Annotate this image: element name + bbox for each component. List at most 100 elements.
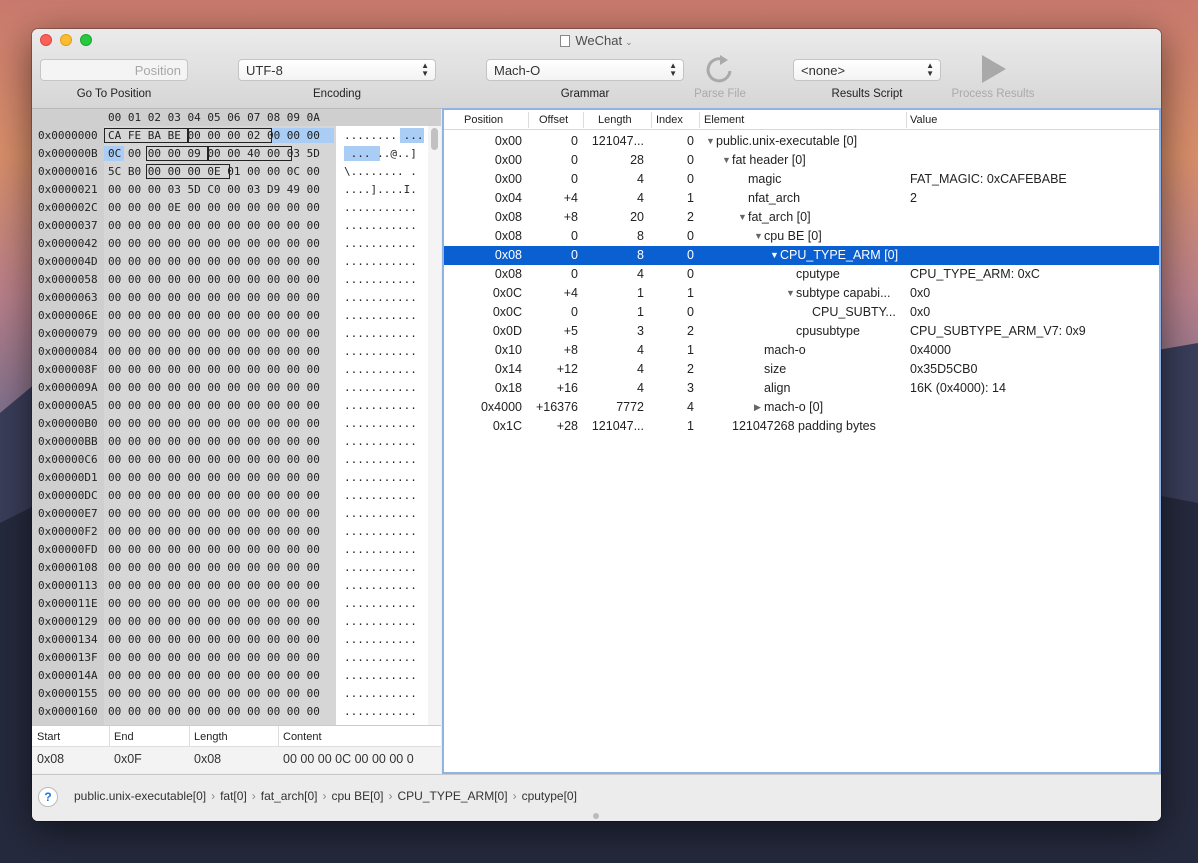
parse-file-label: Parse File — [694, 88, 746, 100]
hex-row[interactable]: 0x00000D1 00 00 00 00 00 00 00 00 00 00 0… — [32, 468, 428, 486]
breadcrumb-item[interactable]: fat[0] — [220, 789, 247, 803]
selection-info-header: Start End Length Content — [32, 725, 441, 747]
element-cell: subtype capabi... — [796, 286, 891, 300]
hex-row[interactable]: 0x0000134 00 00 00 00 00 00 00 00 00 00 0… — [32, 630, 428, 648]
hex-ascii: ........... — [344, 651, 417, 664]
hex-ascii: ........... — [344, 597, 417, 610]
hex-row[interactable]: 0x0000108 00 00 00 00 00 00 00 00 00 00 0… — [32, 558, 428, 576]
hex-row[interactable]: 0x0000000 CA FE BA BE 00 00 00 02 00 00 0… — [32, 126, 428, 144]
result-row[interactable]: 0x00 0 4 0 magic FAT_MAGIC: 0xCAFEBABE — [444, 170, 1159, 189]
result-row[interactable]: 0x18 +16 4 3 align 16K (0x4000): 14 — [444, 379, 1159, 398]
grammar-select[interactable]: Mach-O ▲ ▼ — [486, 59, 684, 81]
hex-row[interactable]: 0x0000037 00 00 00 00 00 00 00 00 00 00 0… — [32, 216, 428, 234]
hex-bytes: 00 00 00 00 00 00 00 00 00 00 00 — [108, 705, 320, 718]
disclosure-triangle-open-icon[interactable]: ▼ — [770, 250, 779, 260]
hex-row[interactable]: 0x0000155 00 00 00 00 00 00 00 00 00 00 0… — [32, 684, 428, 702]
result-row[interactable]: 0x0D +5 3 2 cpusubtype CPU_SUBTYPE_ARM_V7: 0x… — [444, 322, 1159, 341]
index-column-header[interactable]: Index — [656, 114, 683, 126]
hex-row[interactable]: 0x0000079 00 00 00 00 00 00 00 00 00 00 0… — [32, 324, 428, 342]
breadcrumb-item[interactable]: public.unix-executable[0] — [74, 789, 206, 803]
hex-row[interactable]: 0x00000F2 00 00 00 00 00 00 00 00 00 00 0… — [32, 522, 428, 540]
disclosure-triangle-open-icon[interactable]: ▼ — [786, 288, 795, 298]
hex-row[interactable]: 0x0000084 00 00 00 00 00 00 00 00 00 00 0… — [32, 342, 428, 360]
result-row[interactable]: 0x4000 +16376 7772 4 ▶ mach-o [0] — [444, 398, 1159, 417]
hex-address: 0x0000058 — [38, 273, 98, 286]
help-button[interactable]: ? — [38, 787, 58, 807]
disclosure-triangle-closed-icon[interactable]: ▶ — [754, 402, 761, 413]
hex-bytes: 00 00 00 00 00 00 00 00 00 00 00 — [108, 633, 320, 646]
result-row[interactable]: 0x00 0 121047... 0 ▼ public.unix-executable [… — [444, 132, 1159, 151]
column-divider — [699, 112, 700, 128]
hex-bytes: 00 00 00 00 00 00 00 00 00 00 00 — [108, 273, 320, 286]
breadcrumb-item[interactable]: cputype[0] — [522, 789, 577, 803]
hex-bytes: 00 00 00 00 00 00 00 00 00 00 00 — [108, 237, 320, 250]
value-cell: 2 — [910, 191, 917, 205]
resize-grip[interactable] — [593, 813, 599, 819]
hex-row[interactable]: 0x0000042 00 00 00 00 00 00 00 00 00 00 0… — [32, 234, 428, 252]
length-column-header[interactable]: Length — [598, 114, 632, 126]
offset-column-header[interactable]: Offset — [539, 114, 568, 126]
hex-bytes: 5C B0 00 00 00 0E 01 00 00 0C 00 — [108, 165, 320, 178]
hex-row[interactable]: 0x00000E7 00 00 00 00 00 00 00 00 00 00 0… — [32, 504, 428, 522]
parse-file-icon[interactable] — [702, 53, 738, 85]
result-row[interactable]: 0x14 +12 4 2 size 0x35D5CB0 — [444, 360, 1159, 379]
disclosure-triangle-open-icon[interactable]: ▼ — [754, 231, 763, 241]
disclosure-triangle-open-icon[interactable]: ▼ — [706, 136, 715, 146]
breadcrumb-item[interactable]: fat_arch[0] — [261, 789, 318, 803]
hex-row[interactable]: 0x0000021 00 00 00 03 5D C0 00 03 D9 49 0… — [32, 180, 428, 198]
result-row[interactable]: 0x08 0 8 0 ▼ CPU_TYPE_ARM [0] — [444, 246, 1159, 265]
result-row[interactable]: 0x0C 0 1 0 CPU_SUBTY... 0x0 — [444, 303, 1159, 322]
hex-editor[interactable]: 00 01 02 03 04 05 06 07 08 09 0A 0x00000… — [32, 109, 441, 773]
index-cell: 1 — [687, 191, 694, 205]
result-row[interactable]: 0x10 +8 4 1 mach-o 0x4000 — [444, 341, 1159, 360]
disclosure-triangle-open-icon[interactable]: ▼ — [722, 155, 731, 165]
hex-row[interactable]: 0x00000B0 00 00 00 00 00 00 00 00 00 00 0… — [32, 414, 428, 432]
hex-row[interactable]: 0x0000113 00 00 00 00 00 00 00 00 00 00 0… — [32, 576, 428, 594]
hex-row[interactable]: 0x000013F 00 00 00 00 00 00 00 00 00 00 0… — [32, 648, 428, 666]
hex-scrollbar[interactable] — [428, 126, 441, 725]
breadcrumb-item[interactable]: cpu BE[0] — [331, 789, 383, 803]
hex-row[interactable]: 0x000011E 00 00 00 00 00 00 00 00 00 00 0… — [32, 594, 428, 612]
hex-row[interactable]: 0x00000A5 00 00 00 00 00 00 00 00 00 00 0… — [32, 396, 428, 414]
result-row[interactable]: 0x08 +8 20 2 ▼ fat_arch [0] — [444, 208, 1159, 227]
breadcrumb-item[interactable]: CPU_TYPE_ARM[0] — [398, 789, 508, 803]
hex-row[interactable]: 0x0000129 00 00 00 00 00 00 00 00 00 00 0… — [32, 612, 428, 630]
element-column-header[interactable]: Element — [704, 114, 744, 126]
position-column-header[interactable]: Position — [464, 114, 503, 126]
hex-row[interactable]: 0x00000C6 00 00 00 00 00 00 00 00 00 00 0… — [32, 450, 428, 468]
result-row[interactable]: 0x1C +28 121047... 1 121047268 padding bytes — [444, 417, 1159, 436]
hex-row[interactable]: 0x000000B 0C 00 00 00 09 00 00 40 00 03 5… — [32, 144, 428, 162]
results-outline[interactable]: Position Offset Length Index Element Val… — [442, 108, 1161, 774]
result-row[interactable]: 0x00 0 28 0 ▼ fat header [0] — [444, 151, 1159, 170]
hex-row[interactable]: 0x0000016 5C B0 00 00 00 0E 01 00 00 0C 0… — [32, 162, 428, 180]
hex-row[interactable]: 0x000009A 00 00 00 00 00 00 00 00 00 00 0… — [32, 378, 428, 396]
play-icon[interactable] — [978, 53, 1008, 85]
hex-bytes: 00 00 00 00 00 00 00 00 00 00 00 — [108, 525, 320, 538]
hex-row[interactable]: 0x000014A 00 00 00 00 00 00 00 00 00 00 0… — [32, 666, 428, 684]
result-row[interactable]: 0x04 +4 4 1 nfat_arch 2 — [444, 189, 1159, 208]
hex-row[interactable]: 0x000004D 00 00 00 00 00 00 00 00 00 00 0… — [32, 252, 428, 270]
hex-row[interactable]: 0x00000DC 00 00 00 00 00 00 00 00 00 00 0… — [32, 486, 428, 504]
encoding-select[interactable]: UTF-8 ▲ ▼ — [238, 59, 436, 81]
hex-row[interactable]: 0x0000063 00 00 00 00 00 00 00 00 00 00 0… — [32, 288, 428, 306]
hex-bytes: CA FE BA BE 00 00 00 02 00 00 00 — [108, 129, 320, 142]
hex-row[interactable]: 0x000002C 00 00 00 0E 00 00 00 00 00 00 0… — [32, 198, 428, 216]
hex-row[interactable]: 0x000006E 00 00 00 00 00 00 00 00 00 00 0… — [32, 306, 428, 324]
column-divider — [278, 726, 279, 746]
hex-row[interactable]: 0x000008F 00 00 00 00 00 00 00 00 00 00 0… — [32, 360, 428, 378]
hex-row[interactable]: 0x0000058 00 00 00 00 00 00 00 00 00 00 0… — [32, 270, 428, 288]
result-row[interactable]: 0x08 0 4 0 cputype CPU_TYPE_ARM: 0xC — [444, 265, 1159, 284]
value-column-header[interactable]: Value — [910, 114, 937, 126]
scroll-thumb[interactable] — [431, 128, 438, 150]
disclosure-triangle-open-icon[interactable]: ▼ — [738, 212, 747, 222]
result-row[interactable]: 0x08 0 8 0 ▼ cpu BE [0] — [444, 227, 1159, 246]
hex-row[interactable]: 0x00000BB 00 00 00 00 00 00 00 00 00 00 0… — [32, 432, 428, 450]
position-input[interactable]: Position — [40, 59, 188, 81]
results-script-select[interactable]: <none> ▲ ▼ — [793, 59, 941, 81]
hex-address: 0x0000129 — [38, 615, 98, 628]
element-cell: magic — [748, 172, 782, 186]
hex-row[interactable]: 0x0000160 00 00 00 00 00 00 00 00 00 00 0… — [32, 702, 428, 720]
hex-row[interactable]: 0x00000FD 00 00 00 00 00 00 00 00 00 00 0… — [32, 540, 428, 558]
result-row[interactable]: 0x0C +4 1 1 ▼ subtype capabi... 0x0 — [444, 284, 1159, 303]
chevron-down-icon[interactable]: ⌄ — [625, 37, 633, 47]
